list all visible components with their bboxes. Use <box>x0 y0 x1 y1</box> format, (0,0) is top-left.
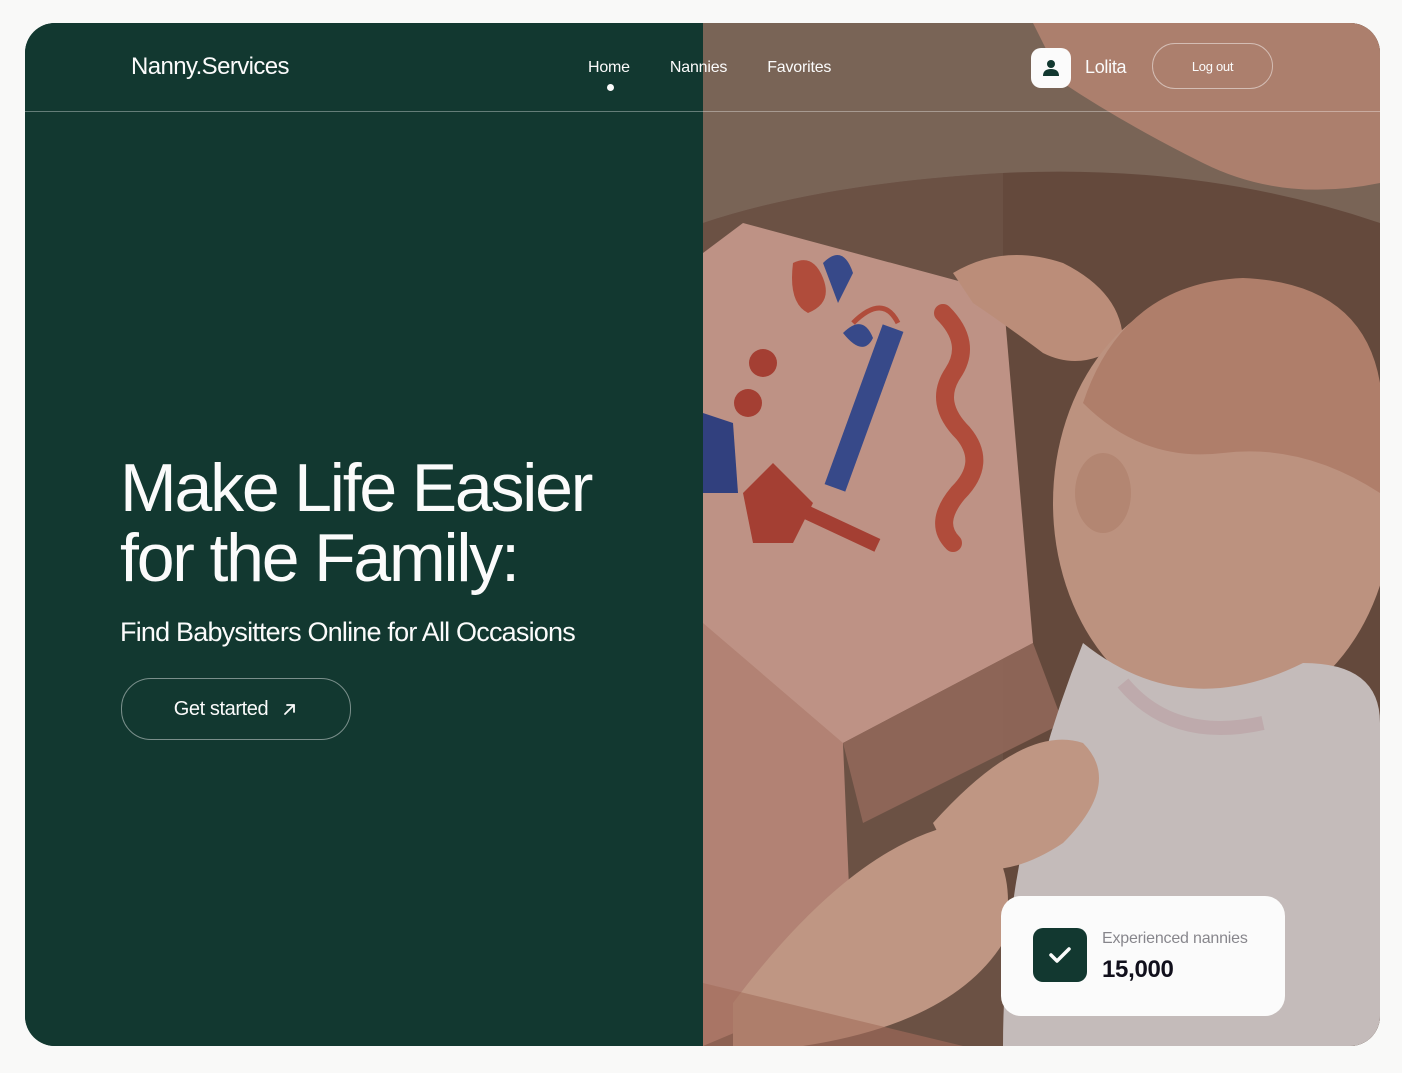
user-avatar[interactable] <box>1031 48 1071 88</box>
nav-favorites[interactable]: Favorites <box>767 59 831 77</box>
get-started-button[interactable]: Get started <box>121 678 351 740</box>
top-navigation-bar: Nanny.Services Home Nannies Favorites Lo… <box>25 23 1380 112</box>
page-frame: Nanny.Services Home Nannies Favorites Lo… <box>25 23 1380 1046</box>
user-icon <box>1043 60 1059 76</box>
stats-value: 15,000 <box>1102 956 1174 983</box>
arrow-up-right-icon <box>284 704 296 715</box>
user-name: Lolita <box>1085 57 1127 77</box>
get-started-label: Get started <box>173 697 269 720</box>
active-nav-indicator <box>607 84 614 91</box>
hero-title: Make Life Easier for the Family: <box>120 450 593 596</box>
main-nav: Home Nannies Favorites <box>588 59 831 77</box>
check-badge <box>1033 928 1087 982</box>
nav-home[interactable]: Home <box>588 59 630 77</box>
hero-subtitle: Find Babysitters Online for All Occasion… <box>120 617 576 647</box>
experienced-nannies-card: Experienced nannies 15,000 <box>1001 896 1285 1016</box>
nav-nannies[interactable]: Nannies <box>670 59 728 77</box>
hero-photo <box>703 23 1380 1046</box>
stats-label: Experienced nannies <box>1102 930 1248 947</box>
logout-button[interactable]: Log out <box>1152 43 1273 89</box>
check-icon <box>1049 947 1071 963</box>
hero-photo-illustration <box>703 23 1380 1046</box>
logo[interactable]: Nanny.Services <box>131 53 289 81</box>
